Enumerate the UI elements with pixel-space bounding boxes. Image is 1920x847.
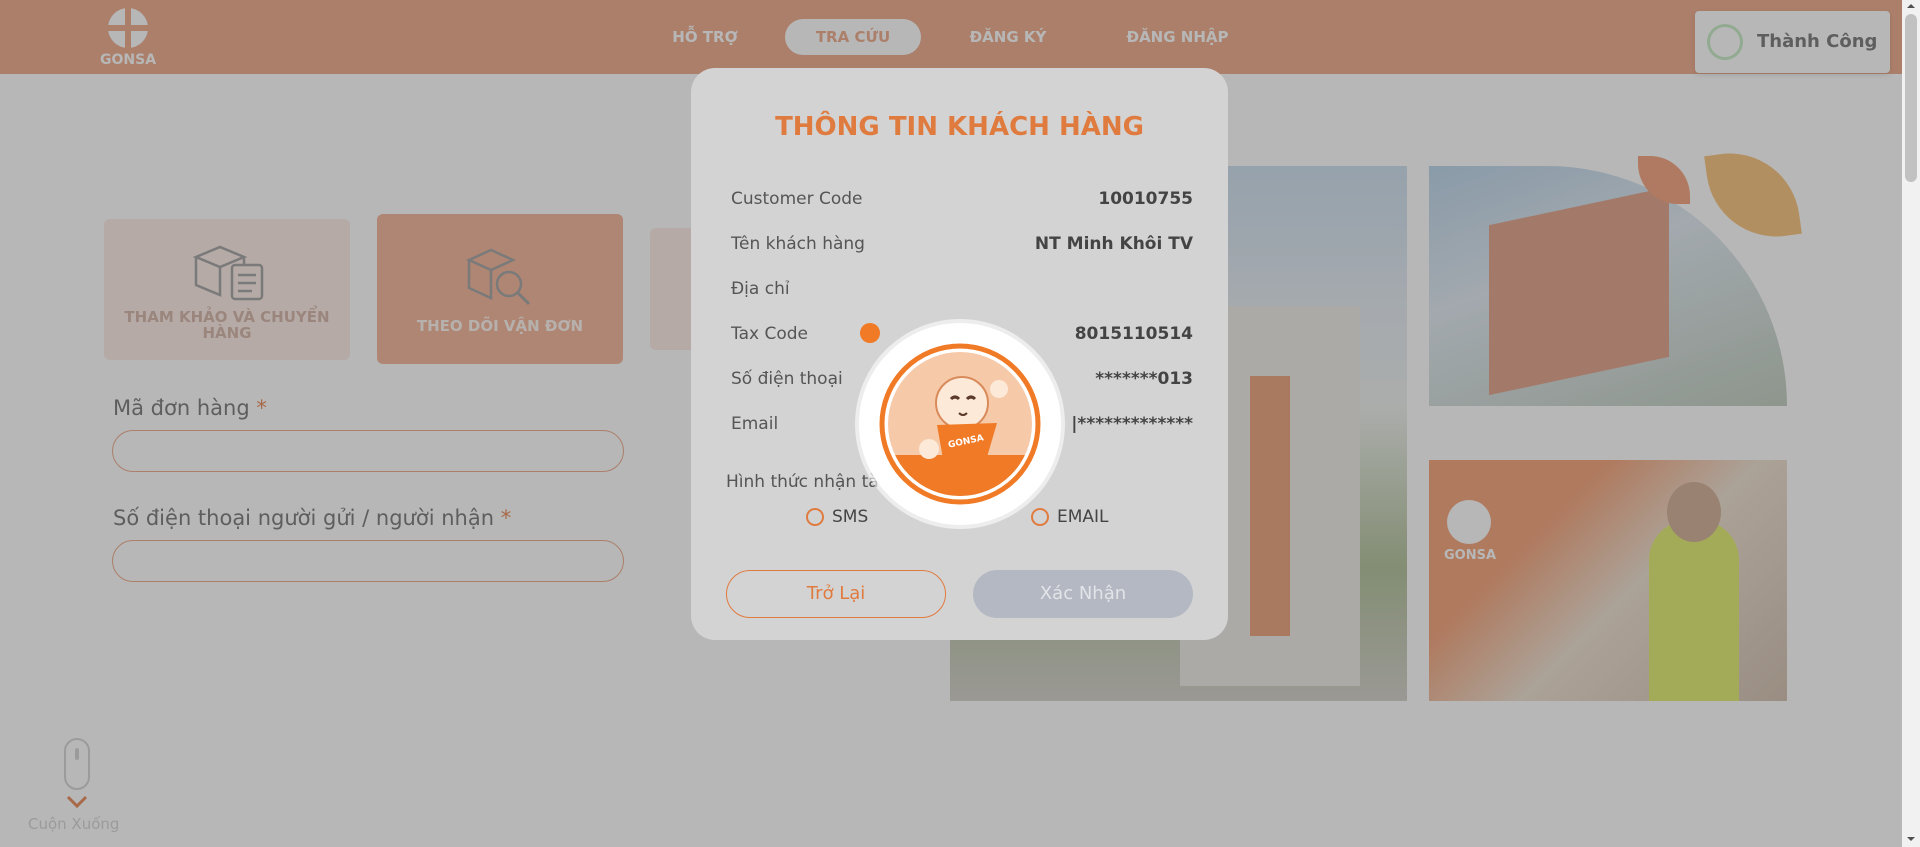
page-scrollbar[interactable] [1902,0,1920,847]
phone-number-label: Số điện thoại [731,369,843,389]
email-value: |************* [1071,414,1193,434]
mascot-loading-icon [879,343,1041,505]
scroll-up-arrow-icon[interactable] [1902,0,1920,12]
radio-circle-icon[interactable] [806,508,824,526]
address-label: Địa chỉ [731,279,790,299]
tax-code-label: Tax Code [731,324,808,344]
email-option-label: EMAIL [1057,507,1109,527]
modal-title: THÔNG TIN KHÁCH HÀNG [775,112,1144,142]
email-label: Email [731,414,779,434]
phone-number-value: *******013 [1095,369,1193,389]
confirm-button[interactable]: Xác Nhận [973,570,1193,618]
customer-code-label: Customer Code [731,189,863,209]
scroll-down-arrow-icon[interactable] [1902,833,1920,845]
tax-code-value: 8015110514 [1074,324,1193,344]
customer-code-value: 10010755 [1098,189,1193,209]
scrollbar-thumb[interactable] [1905,14,1917,182]
customer-name-label: Tên khách hàng [731,234,865,254]
customer-name-value: NT Minh Khôi TV [1034,234,1193,254]
back-button[interactable]: Trở Lại [726,570,946,618]
loading-dot [860,323,880,343]
loading-spinner: GONSA [859,323,1061,525]
receive-method-label: Hình thức nhận tà [726,472,879,492]
